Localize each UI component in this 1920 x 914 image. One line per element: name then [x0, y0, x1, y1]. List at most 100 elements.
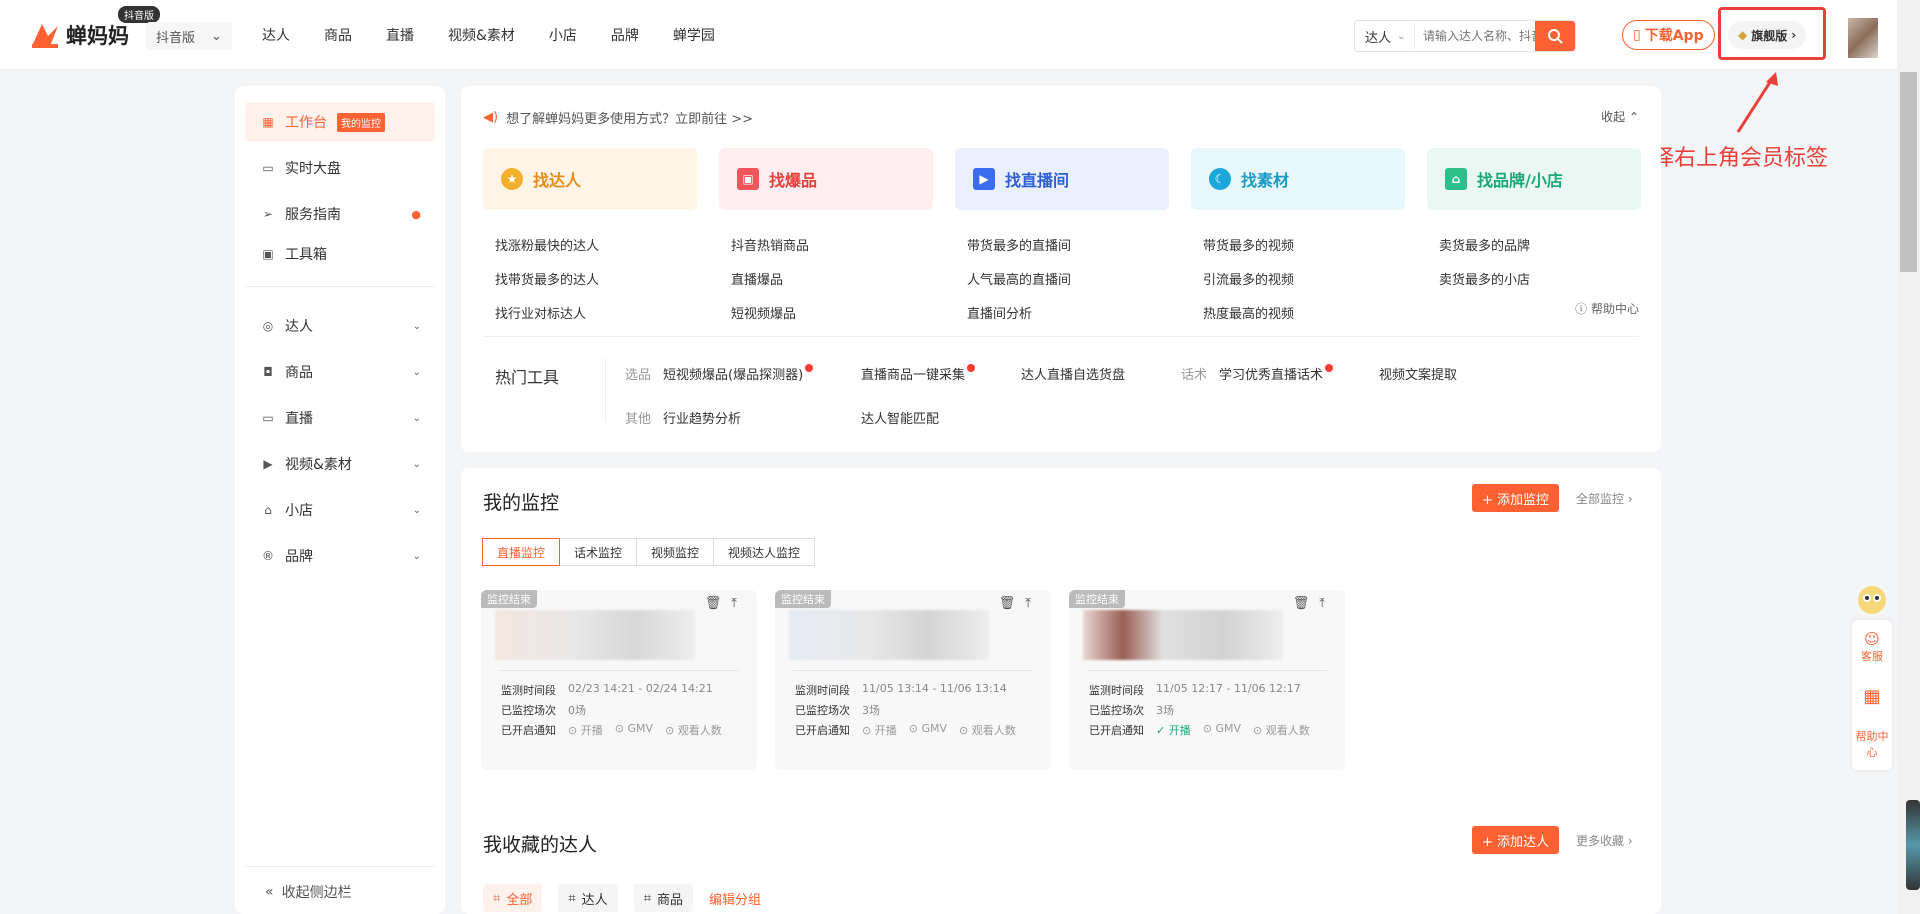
hot-tool-item[interactable]: 直播商品一键采集	[861, 364, 976, 383]
download-app-button[interactable]: ▯ 下载App	[1622, 20, 1715, 50]
collapse-workbench-button[interactable]: 收起 ⌃	[1601, 108, 1639, 125]
hot-tool-item[interactable]: 学习优秀直播话术	[1219, 364, 1334, 383]
main-nav: 达人 商品 直播 视频&素材 小店 品牌 蝉学园	[262, 0, 715, 70]
pin-top-icon[interactable]: ⤒	[731, 596, 737, 611]
all-monitors-link[interactable]: 全部监控 ›	[1576, 490, 1633, 507]
finder-brand-shop[interactable]: ⌂ 找品牌/小店	[1427, 148, 1641, 210]
finder-link[interactable]: 抖音热销商品	[731, 230, 809, 264]
count-value: 0场	[568, 704, 586, 717]
pin-top-icon[interactable]: ⤒	[1319, 596, 1325, 611]
sidebar-group-brand[interactable]: ® 品牌 ⌄	[245, 536, 435, 576]
sidebar: ▦ 工作台 我的监控 ▭ 实时大盘 ➢ 服务指南 ● ▣ 工具箱 ◎ 达人 ⌄ …	[235, 86, 445, 914]
count-label: 已监控场次	[501, 704, 556, 717]
finder-material[interactable]: ☾ 找素材	[1191, 148, 1405, 210]
hot-tool-category: 话术	[1181, 368, 1208, 383]
finder-daren[interactable]: ★ 找达人	[483, 148, 697, 210]
status-badge: 监控结束	[775, 590, 831, 608]
monitor-item-card[interactable]: 监控结束 🗑 ⤒ 监测时间段 11/05 13:14 - 11/06 13:14 已…	[775, 590, 1051, 770]
finder-link[interactable]: 短视频爆品	[731, 298, 809, 332]
finder-link[interactable]: 卖货最多的小店	[1439, 264, 1530, 298]
count-label: 已监控场次	[795, 704, 850, 717]
nav-item-shop[interactable]: 小店	[549, 25, 577, 45]
sidebar-item-toolbox[interactable]: ▣ 工具箱	[245, 234, 435, 274]
nav-item-video[interactable]: 视频&素材	[448, 25, 515, 45]
sidebar-item-realtime[interactable]: ▭ 实时大盘	[245, 148, 435, 188]
search-button[interactable]	[1535, 21, 1575, 51]
hot-tool-label: 学习优秀直播话术	[1219, 368, 1324, 383]
trash-icon[interactable]: 🗑	[999, 596, 1016, 611]
tag-all[interactable]: ⌗ 全部	[483, 884, 543, 912]
blurred-content	[789, 610, 989, 660]
qr-code-icon[interactable]: ▦	[1852, 686, 1892, 707]
finder-hot-product[interactable]: ▣ 找爆品	[719, 148, 933, 210]
star-icon: ★	[501, 168, 523, 190]
monitor-item-card[interactable]: 监控结束 🗑 ⤒ 监测时间段 02/23 14:21 - 02/24 14:21 已…	[481, 590, 757, 770]
hot-dot-icon	[967, 364, 976, 372]
sidebar-group-product[interactable]: ◘ 商品 ⌄	[245, 352, 435, 392]
trash-icon[interactable]: 🗑	[1293, 596, 1310, 611]
avatar[interactable]	[1848, 18, 1878, 58]
sidebar-divider	[245, 286, 435, 287]
help-center-button[interactable]: 帮助中心	[1852, 728, 1892, 760]
help-center-link[interactable]: ⓘ 帮助中心	[1575, 300, 1639, 317]
nav-item-brand[interactable]: 品牌	[611, 25, 639, 45]
search-type-select[interactable]: 达人 ⌄	[1355, 21, 1415, 51]
hot-tool-category: 选品	[625, 368, 652, 383]
finder-link[interactable]: 直播爆品	[731, 264, 809, 298]
nav-item-product[interactable]: 商品	[324, 25, 352, 45]
hot-tools-title: 热门工具	[495, 368, 560, 387]
mascot-icon[interactable]	[1852, 578, 1892, 618]
nav-item-academy[interactable]: 蝉学园	[673, 25, 715, 45]
top-bar: 蝉妈妈 抖音版 抖音版 ⌄ 达人 商品 直播 视频&素材 小店 品牌 蝉学园 达…	[0, 0, 1920, 70]
sidebar-item-service-guide[interactable]: ➢ 服务指南 ●	[245, 194, 435, 234]
finder-link[interactable]: 人气最高的直播间	[967, 264, 1071, 298]
finder-link[interactable]: 直播间分析	[967, 298, 1071, 332]
more-favorites-link[interactable]: 更多收藏 ›	[1576, 832, 1633, 849]
finder-link[interactable]: 卖货最多的品牌	[1439, 230, 1530, 264]
nav-item-live[interactable]: 直播	[386, 25, 414, 45]
monitor-item-card[interactable]: 监控结束 🗑 ⤒ 监测时间段 11/05 12:17 - 11/06 12:17 已…	[1069, 590, 1345, 770]
usage-notice[interactable]: ◀) 想了解蝉妈妈更多使用方式？立即前往 >>	[483, 108, 753, 127]
version-select[interactable]: 抖音版 ⌄	[146, 22, 232, 50]
tag-product[interactable]: ⌗ 商品	[633, 884, 694, 912]
finder-link[interactable]: 带货最多的视频	[1203, 230, 1294, 264]
finder-link[interactable]: 找涨粉最快的达人	[495, 230, 599, 264]
finder-link[interactable]: 引流最多的视频	[1203, 264, 1294, 298]
notify-option-start: ⊙ 开播	[568, 724, 603, 737]
logo[interactable]: 蝉妈妈	[28, 18, 129, 52]
finder-link[interactable]: 热度最高的视频	[1203, 298, 1294, 332]
sidebar-group-video[interactable]: ▶ 视频&素材 ⌄	[245, 444, 435, 484]
hot-tool-item[interactable]: 视频文案提取	[1379, 364, 1457, 383]
edit-group-link[interactable]: 编辑分组	[709, 889, 761, 908]
nav-item-daren[interactable]: 达人	[262, 25, 290, 45]
hot-tool-item[interactable]: 达人智能匹配	[861, 408, 939, 427]
tab-live-monitor[interactable]: 直播监控	[482, 538, 561, 566]
headset-icon: ☺	[1864, 630, 1880, 648]
sidebar-group-daren[interactable]: ◎ 达人 ⌄	[245, 306, 435, 346]
search-input[interactable]	[1415, 29, 1535, 43]
pin-top-icon[interactable]: ⤒	[1025, 596, 1031, 611]
finder-link[interactable]: 带货最多的直播间	[967, 230, 1071, 264]
trash-icon[interactable]: 🗑	[705, 596, 722, 611]
tag-daren[interactable]: ⌗ 达人	[558, 884, 618, 912]
sidebar-group-live[interactable]: ▭ 直播 ⌄	[245, 398, 435, 438]
hot-tool-item[interactable]: 行业趋势分析	[663, 408, 741, 427]
collapse-sidebar-button[interactable]: « 收起侧边栏	[265, 882, 352, 902]
scrollbar-thumb[interactable]	[1900, 72, 1917, 272]
hot-tool-item[interactable]: 达人直播自选货盘	[1021, 364, 1125, 383]
finder-live-room[interactable]: ▶ 找直播间	[955, 148, 1169, 210]
hot-tool-item[interactable]: 短视频爆品(爆品探测器)	[663, 364, 814, 383]
finder-link[interactable]: 找行业对标达人	[495, 298, 599, 332]
divider	[1087, 670, 1327, 671]
add-monitor-button[interactable]: + 添加监控	[1472, 484, 1560, 512]
add-daren-button[interactable]: + 添加达人	[1472, 826, 1560, 854]
tab-script-monitor[interactable]: 话术监控	[559, 538, 638, 566]
registered-icon: ®	[262, 549, 274, 563]
sidebar-group-shop[interactable]: ⌂ 小店 ⌄	[245, 490, 435, 530]
tab-video-daren-monitor[interactable]: 视频达人监控	[713, 538, 816, 566]
search-icon	[1548, 29, 1563, 44]
sidebar-item-workbench[interactable]: ▦ 工作台 我的监控	[245, 102, 435, 142]
customer-service-button[interactable]: ☺ 客服	[1852, 630, 1892, 664]
tab-video-monitor[interactable]: 视频监控	[636, 538, 715, 566]
finder-link[interactable]: 找带货最多的达人	[495, 264, 599, 298]
